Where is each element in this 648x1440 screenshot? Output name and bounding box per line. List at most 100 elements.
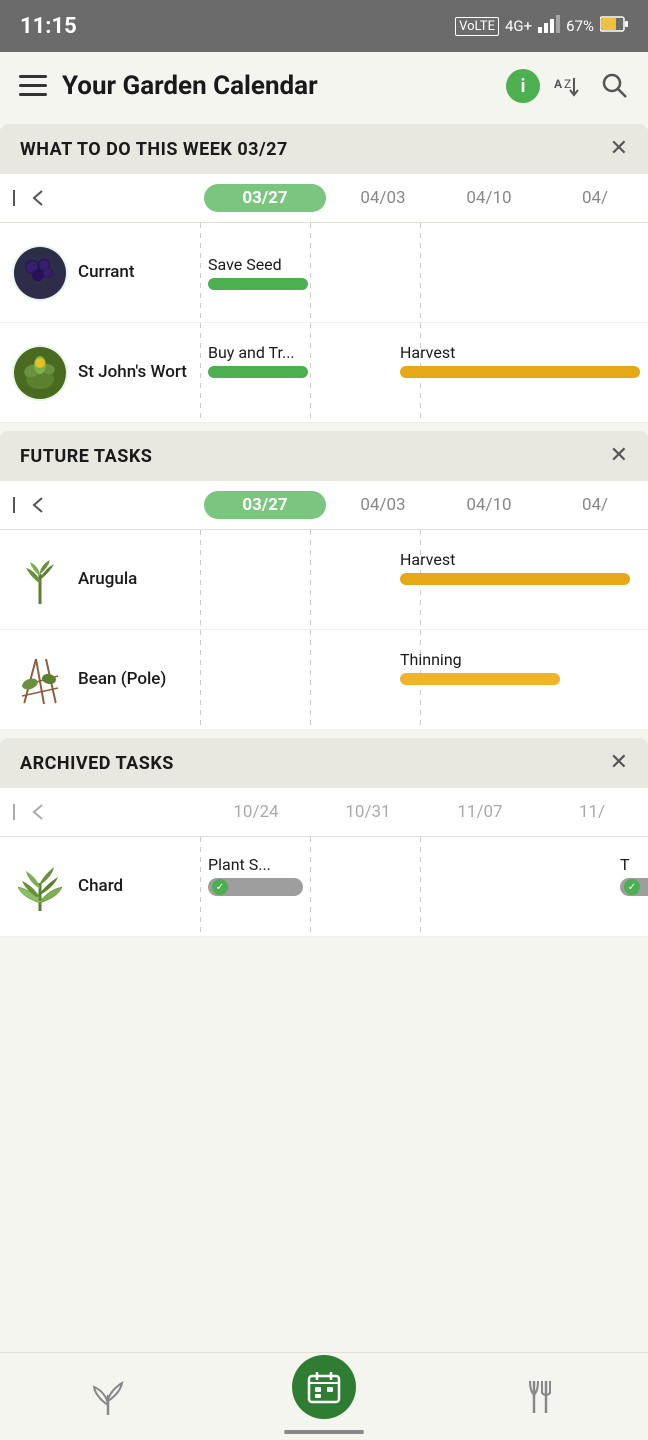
future-tasks-section: FUTURE TASKS ✕ 03/27 04/03 04/10 04/ (0, 431, 648, 730)
stjohns-timeline: Buy and Tr... Harvest (200, 323, 648, 422)
volte-icon: VoLTE (455, 17, 499, 36)
bean-task: Thinning (400, 650, 560, 685)
future-tasks-timeline: 03/27 04/03 04/10 04/ Arugula (0, 481, 648, 730)
arugula-harvest-label: Harvest (400, 550, 630, 569)
future-plant-col (0, 495, 200, 515)
currant-task-bar (208, 278, 308, 290)
chard-info: Chard (0, 837, 200, 936)
page-title: Your Garden Calendar (62, 71, 494, 101)
calendar-center-button[interactable] (292, 1355, 356, 1419)
future-tasks-header: FUTURE TASKS ✕ (0, 431, 648, 481)
bean-name: Bean (Pole) (78, 668, 166, 690)
archived-tasks-timeline: 10/24 10/31 11/07 11/ (0, 788, 648, 937)
arugula-timeline: Harvest (200, 530, 648, 629)
future-date-cells: 03/27 04/03 04/10 04/ (200, 491, 648, 519)
this-week-section: WHAT TO DO THIS WEEK 03/27 ✕ 03/27 04/03… (0, 124, 648, 423)
future-tasks-title: FUTURE TASKS (20, 446, 152, 467)
date-cells: 03/27 04/03 04/10 04/ (200, 184, 648, 212)
chard-avatar (12, 859, 68, 915)
arugula-task: Harvest (400, 550, 630, 585)
nav-calendar[interactable] (216, 1375, 432, 1419)
svg-text:A: A (554, 77, 563, 91)
currant-timeline: Save Seed (200, 223, 648, 322)
stjohns-row: St John's Wort Buy and Tr... Harvest (0, 323, 648, 423)
future-date-0403[interactable]: 04/03 (330, 491, 436, 519)
archived-date-1107[interactable]: 11/07 (424, 798, 536, 826)
this-week-date-header: 03/27 04/03 04/10 04/ (0, 174, 648, 223)
bean-avatar (12, 652, 68, 708)
archived-date-1031[interactable]: 10/31 (312, 798, 424, 826)
bean-thinning-label: Thinning (400, 650, 560, 669)
chard-checkmark-2: ✓ (624, 879, 640, 895)
nav-recipes[interactable] (432, 1377, 648, 1417)
this-week-close[interactable]: ✕ (610, 138, 628, 160)
status-bar: 11:15 VoLTE 4G+ 67% (0, 0, 648, 52)
chard-t-task: T ✓ (620, 855, 648, 896)
bean-info: Bean (Pole) (0, 630, 200, 729)
archived-date-cells: 10/24 10/31 11/07 11/ (200, 798, 648, 826)
scroll-left-button[interactable] (12, 188, 44, 208)
bean-row: Bean (Pole) Thinning (0, 630, 648, 730)
arugula-info: Arugula (0, 530, 200, 629)
battery-icon: 67% (566, 17, 594, 35)
date-0327[interactable]: 03/27 (204, 184, 326, 212)
scroll-indicator (284, 1430, 364, 1434)
stjohns-harvest-bar (400, 366, 640, 378)
chard-t-bar: ✓ (620, 878, 648, 896)
menu-button[interactable] (16, 69, 50, 103)
stjohns-task-harvest: Harvest (400, 343, 640, 378)
currant-row: Currant Save Seed (0, 223, 648, 323)
chard-plant-task: Plant S... ✓ (208, 855, 303, 896)
bean-thinning-bar (400, 673, 560, 685)
archived-date-1024[interactable]: 10/24 (200, 798, 312, 826)
stjohns-harvest-label: Harvest (400, 343, 640, 362)
stjohns-info: St John's Wort (0, 323, 200, 422)
date-04x[interactable]: 04/ (542, 184, 648, 212)
search-button[interactable] (598, 69, 632, 103)
archived-scroll-left[interactable] (12, 802, 44, 822)
archived-date-11x[interactable]: 11/ (536, 798, 648, 826)
currant-name: Currant (78, 261, 135, 283)
date-0410[interactable]: 04/10 (436, 184, 542, 212)
app-header: Your Garden Calendar i A Z (0, 52, 648, 120)
status-icons: VoLTE 4G+ 67% (455, 15, 628, 37)
chard-name: Chard (78, 875, 123, 897)
future-date-04x[interactable]: 04/ (542, 491, 648, 519)
chard-plant-label: Plant S... (208, 855, 303, 874)
currant-task: Save Seed (208, 255, 308, 290)
archived-tasks-header: ARCHIVED TASKS ✕ (0, 738, 648, 788)
future-scroll-left[interactable] (12, 495, 44, 515)
chard-timeline: Plant S... ✓ T ✓ (200, 837, 648, 936)
this-week-timeline: 03/27 04/03 04/10 04/ (0, 174, 648, 423)
chard-plant-bar: ✓ (208, 878, 303, 896)
date-0403[interactable]: 04/03 (330, 184, 436, 212)
battery-shape (600, 16, 628, 36)
archived-plant-col (0, 802, 200, 822)
signal-icon: 4G+ (505, 17, 532, 35)
stjohns-buy-label: Buy and Tr... (208, 343, 308, 362)
status-time: 11:15 (20, 14, 77, 39)
plant-col-nav (0, 188, 200, 208)
stjohns-buy-bar (208, 366, 308, 378)
archived-tasks-close[interactable]: ✕ (610, 752, 628, 774)
sort-button[interactable]: A Z (552, 69, 586, 103)
svg-text:Z: Z (564, 77, 571, 91)
arugula-harvest-bar (400, 573, 630, 585)
future-tasks-close[interactable]: ✕ (610, 445, 628, 467)
chard-row: Chard Plant S... ✓ T ✓ (0, 837, 648, 937)
arugula-name: Arugula (78, 568, 137, 590)
stjohns-name: St John's Wort (78, 361, 187, 383)
archived-tasks-section: ARCHIVED TASKS ✕ 10/24 10/31 11/07 11/ (0, 738, 648, 937)
future-date-0410[interactable]: 04/10 (436, 491, 542, 519)
this-week-header: WHAT TO DO THIS WEEK 03/27 ✕ (0, 124, 648, 174)
bean-timeline: Thinning (200, 630, 648, 729)
nav-plants[interactable] (0, 1377, 216, 1417)
chard-checkmark-1: ✓ (212, 879, 228, 895)
future-date-0327[interactable]: 03/27 (204, 491, 326, 519)
arugula-avatar (12, 552, 68, 608)
this-week-title: WHAT TO DO THIS WEEK 03/27 (20, 139, 288, 160)
info-button[interactable]: i (506, 69, 540, 103)
currant-task-label: Save Seed (208, 255, 308, 274)
future-date-header: 03/27 04/03 04/10 04/ (0, 481, 648, 530)
arugula-row: Arugula Harvest (0, 530, 648, 630)
